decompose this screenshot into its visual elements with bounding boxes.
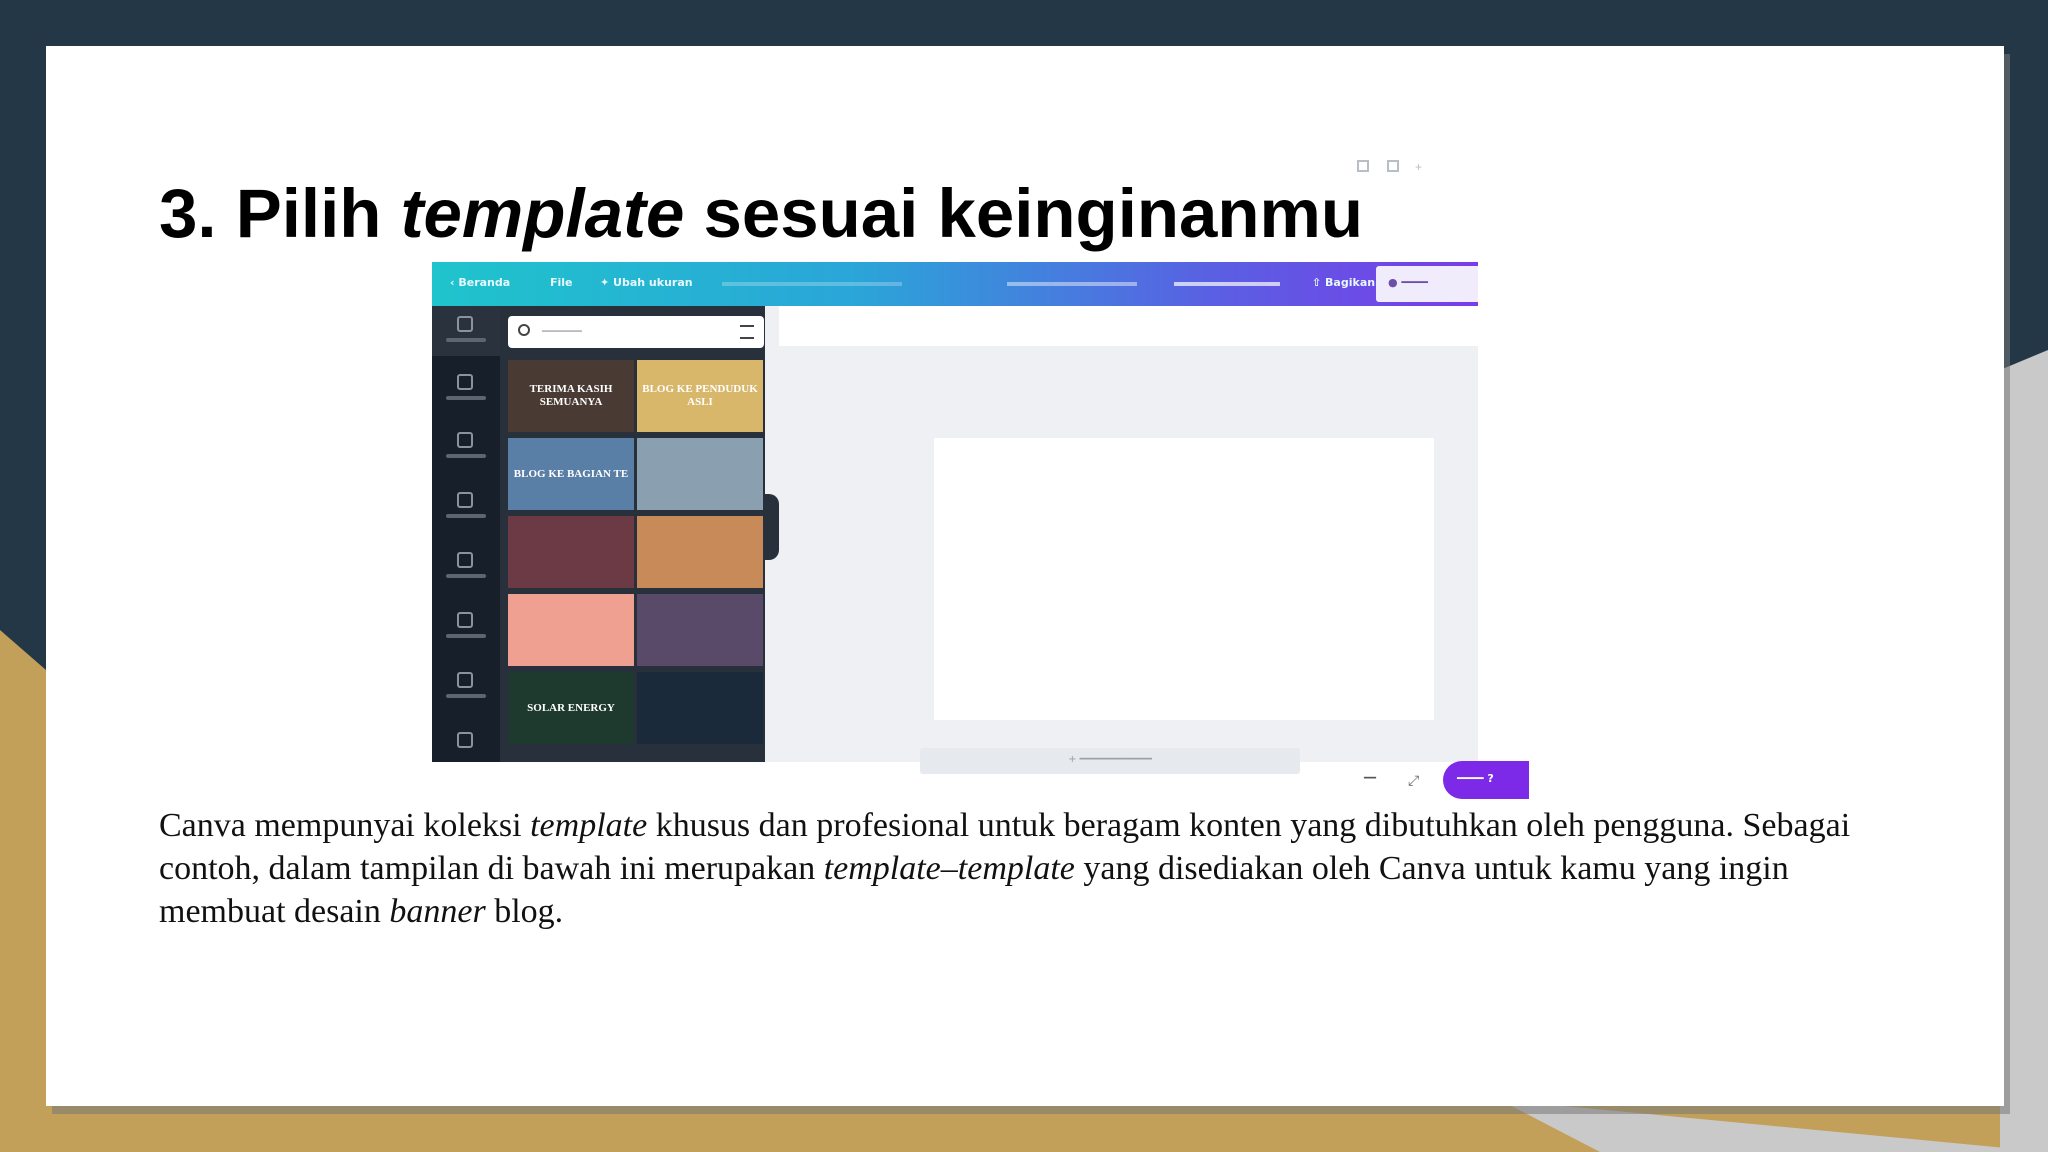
search-icon <box>518 324 530 336</box>
music-icon <box>457 552 473 568</box>
doc-name-placeholder <box>1007 282 1137 286</box>
template-thumbnail <box>637 438 763 510</box>
blank-design-page <box>934 438 1434 720</box>
canva-side-rail <box>432 306 500 762</box>
account-label: ● ━━━━ <box>1388 276 1428 289</box>
canva-topbar: ‹ Beranda File ✦ Ubah ukuran ⇧ Bagikan ●… <box>432 262 1478 306</box>
slide-body-text: Canva mempunyai koleksi template khusus … <box>159 807 1851 930</box>
fullscreen-icon: ⤢ <box>1408 772 1420 788</box>
account-button: ● ━━━━ <box>1376 266 1478 302</box>
add-page-icon: + <box>1415 160 1423 174</box>
rail-item-text <box>432 482 500 532</box>
photo-icon <box>457 374 473 390</box>
video-icon <box>457 612 473 628</box>
rail-item-templates <box>432 306 500 356</box>
home-link: ‹ Beranda <box>450 276 511 289</box>
template-thumbnail: BLOG KE PENDUDUK ASLI <box>637 360 763 432</box>
search-placeholder: ━━━━━━ <box>542 325 582 338</box>
template-thumbnail: SOLAR ENERGY <box>508 672 634 744</box>
rail-item-photos <box>432 364 500 414</box>
rail-item-background <box>432 662 500 712</box>
share-button: ⇧ Bagikan <box>1312 276 1376 289</box>
more-icon <box>457 732 473 748</box>
duplicate-page-icon <box>1387 160 1399 172</box>
panel-collapse-handle <box>765 494 779 560</box>
template-thumbnail <box>637 672 763 744</box>
upgrade-link-placeholder <box>1174 282 1280 286</box>
page-note-icon <box>1357 160 1369 172</box>
help-button: ━━━━ ? <box>1443 761 1529 799</box>
filter-icon <box>740 325 754 339</box>
template-thumbnail <box>637 594 763 666</box>
template-thumbnail <box>637 516 763 588</box>
template-thumbnail <box>508 594 634 666</box>
template-panel: ━━━━━━ TERIMA KASIH SEMUANYA BLOG KE PEND… <box>500 306 765 762</box>
rail-item-more <box>432 722 500 762</box>
text-icon <box>457 492 473 508</box>
status-placeholder <box>722 282 902 286</box>
rail-item-videos <box>432 602 500 652</box>
template-thumbnail: TERIMA KASIH SEMUANYA <box>508 360 634 432</box>
canvas-header <box>779 306 1478 346</box>
rail-item-music <box>432 542 500 592</box>
resize-button: ✦ Ubah ukuran <box>600 276 693 289</box>
template-search-input: ━━━━━━ <box>508 316 764 348</box>
template-icon <box>457 316 473 332</box>
elements-icon <box>457 432 473 448</box>
add-page-button: + ━━━━━━━━━━━━ <box>920 748 1300 774</box>
file-menu: File <box>550 276 573 289</box>
background-icon <box>457 672 473 688</box>
rail-item-elements <box>432 422 500 472</box>
zoom-level: ━━ <box>1364 773 1377 784</box>
template-thumbnail <box>508 516 634 588</box>
template-thumbnail: BLOG KE BAGIAN TE <box>508 438 634 510</box>
slide-title: 3. Pilih template sesuai keinginanmu <box>159 175 1364 252</box>
